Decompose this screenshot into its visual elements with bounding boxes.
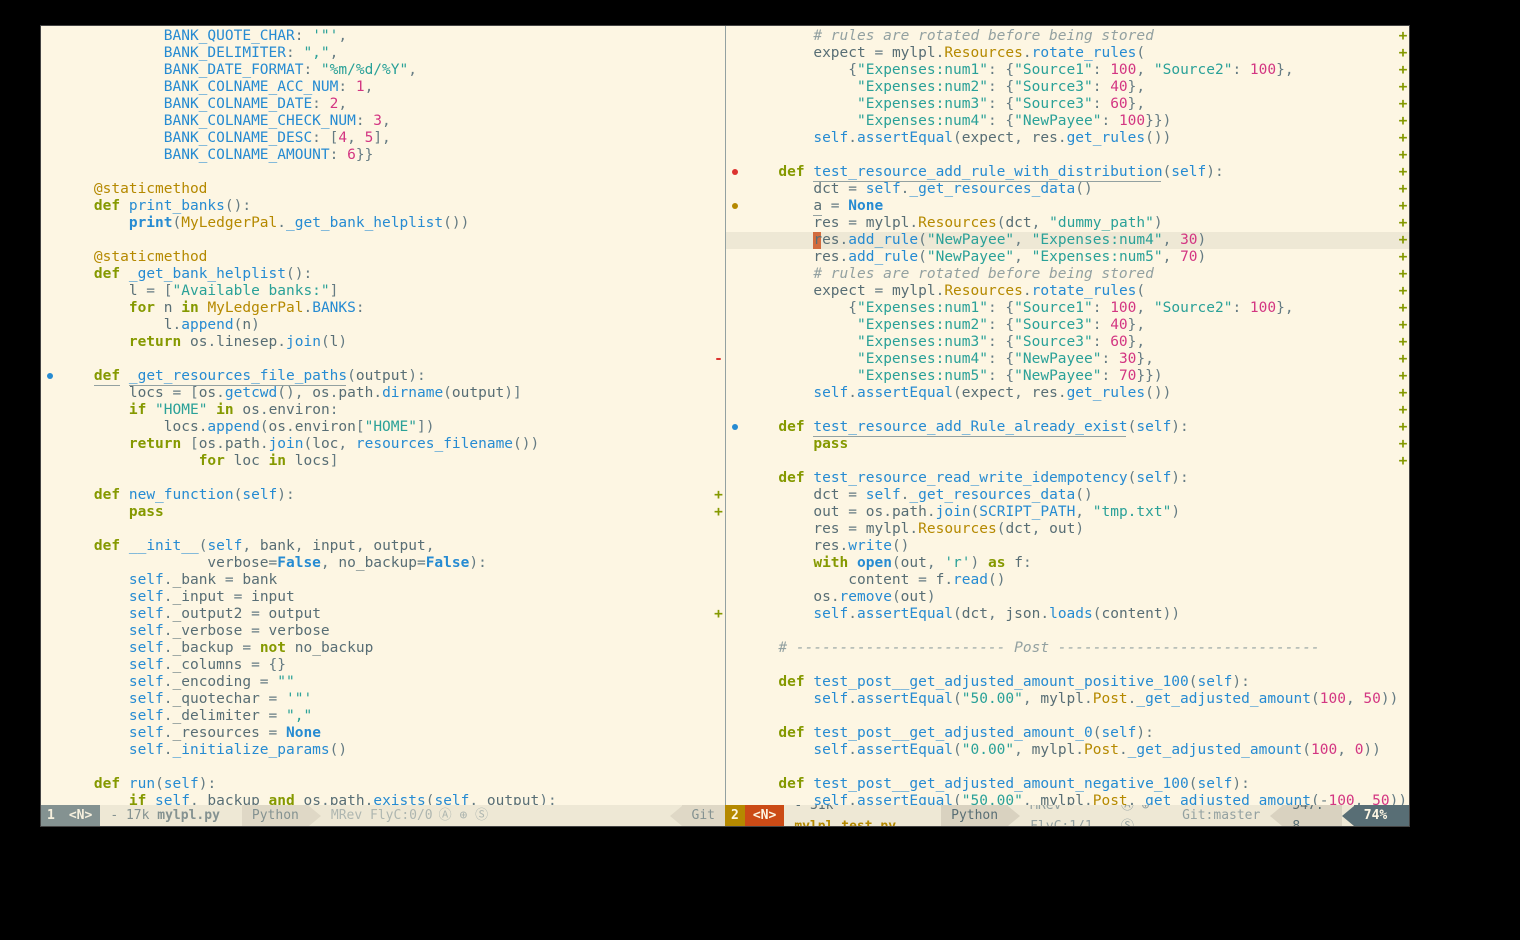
right-pane[interactable]: # rules are rotated before being stored … bbox=[725, 26, 1410, 805]
buffer-name-left: mylpl.py bbox=[157, 808, 220, 823]
mode-icons-left: Ⓐ ⊕ Ⓢ bbox=[439, 805, 488, 826]
scroll-percent-right: 74% bbox=[1354, 805, 1397, 826]
flycheck-underline bbox=[129, 385, 347, 386]
window-number-left: 1 bbox=[41, 805, 61, 826]
minor-modes-right: MRev FlyC:1/1 Ⓐ ⊕ Ⓢ bbox=[1020, 805, 1172, 826]
major-mode-left: Python bbox=[242, 805, 309, 826]
left-pane[interactable]: BANK_QUOTE_CHAR: '"', BANK_DELIMITER: ",… bbox=[41, 26, 725, 805]
separator-icon bbox=[309, 806, 321, 826]
buffer-size-left: 17k bbox=[126, 808, 149, 823]
left-right-fringe: - + + + bbox=[713, 28, 725, 805]
modelines: 1 <N> - 17k mylpl.py Python MRev FlyC:0/… bbox=[41, 805, 1409, 826]
gutter-marker-red bbox=[732, 169, 738, 175]
flycheck-status-left: MRev FlyC:0/0 bbox=[331, 805, 433, 826]
git-status-left: Git bbox=[682, 805, 725, 826]
gutter-marker-yellow bbox=[732, 203, 738, 209]
buffer-info-left: - 17k mylpl.py bbox=[100, 805, 230, 826]
modeline-right[interactable]: 2 <N> - 31k mylpl_test.py Python MRev Fl… bbox=[725, 805, 1409, 826]
git-label-left: Git bbox=[692, 808, 715, 823]
modeline-end-block bbox=[1397, 805, 1409, 826]
major-mode-right: Python bbox=[941, 805, 1008, 826]
left-code-area[interactable]: BANK_QUOTE_CHAR: '"', BANK_DELIMITER: ",… bbox=[59, 28, 713, 805]
left-gutter bbox=[41, 26, 59, 805]
gutter-marker-blue bbox=[47, 373, 53, 379]
buffer-size-right: 31k bbox=[810, 805, 833, 813]
right-right-fringe: + + + + + + + + + + + + + + + + + + + + … bbox=[1397, 28, 1409, 805]
minor-modes-left: MRev FlyC:0/0 Ⓐ ⊕ Ⓢ bbox=[321, 805, 498, 826]
flycheck-status-right: MRev FlyC:1/1 bbox=[1030, 805, 1115, 826]
evil-state-left: <N> bbox=[61, 805, 100, 826]
buffer-info-right: - 31k mylpl_test.py bbox=[784, 805, 929, 826]
window-number-right: 2 bbox=[725, 805, 745, 826]
separator-icon bbox=[1008, 806, 1020, 826]
git-status-right: Git:master bbox=[1172, 805, 1270, 826]
emacs-frame: BANK_QUOTE_CHAR: '"', BANK_DELIMITER: ",… bbox=[40, 25, 1410, 827]
flycheck-underline bbox=[813, 215, 822, 216]
separator-icon bbox=[670, 806, 682, 826]
buffer-name-right: mylpl_test.py bbox=[794, 819, 896, 827]
flycheck-underline bbox=[94, 385, 120, 386]
modified-indicator-left: - bbox=[110, 808, 118, 823]
flycheck-underline bbox=[813, 181, 1161, 182]
mode-icons-right: Ⓐ ⊕ Ⓢ bbox=[1121, 805, 1162, 826]
flycheck-underline bbox=[813, 436, 1126, 437]
separator-icon bbox=[929, 806, 941, 826]
separator-icon bbox=[1342, 806, 1354, 826]
cursor-position-right: 547: 8 bbox=[1282, 805, 1341, 826]
right-gutter bbox=[726, 26, 744, 805]
gutter-marker-blue bbox=[732, 424, 738, 430]
modeline-left[interactable]: 1 <N> - 17k mylpl.py Python MRev FlyC:0/… bbox=[41, 805, 725, 826]
evil-state-right: <N> bbox=[745, 805, 784, 826]
modified-indicator-right: - bbox=[794, 805, 802, 813]
right-code-area[interactable]: # rules are rotated before being stored … bbox=[744, 28, 1398, 805]
separator-icon bbox=[230, 806, 242, 826]
separator-icon bbox=[1270, 806, 1282, 826]
editor-panes: BANK_QUOTE_CHAR: '"', BANK_DELIMITER: ",… bbox=[41, 26, 1409, 805]
